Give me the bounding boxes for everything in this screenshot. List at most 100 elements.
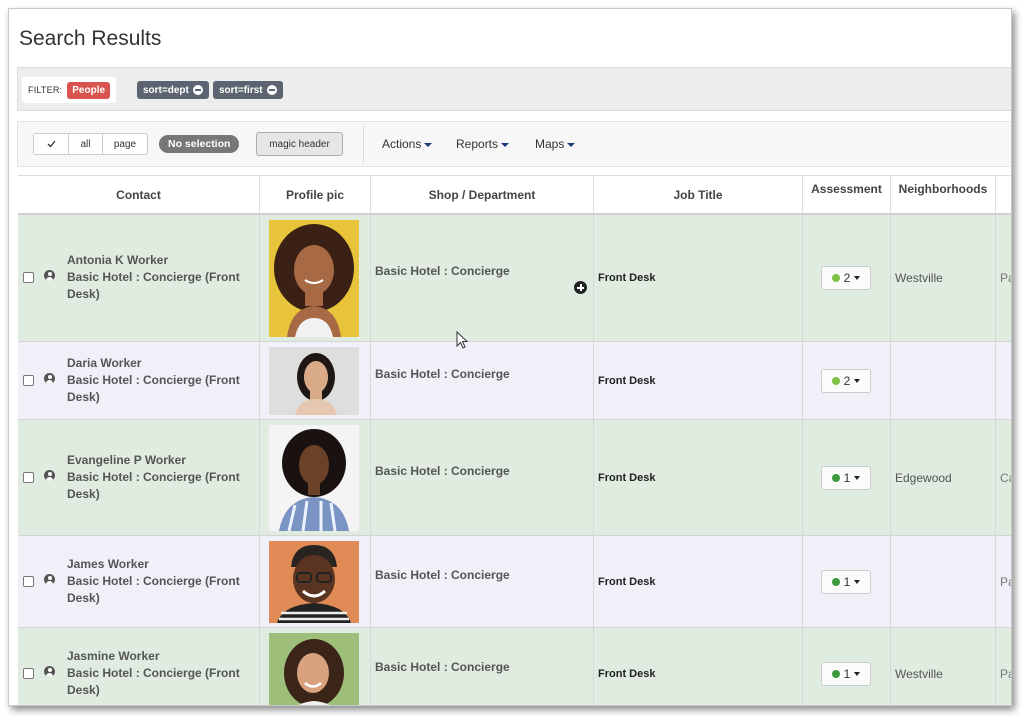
person-icon[interactable] xyxy=(44,470,55,481)
profile-photo[interactable] xyxy=(269,633,359,705)
header-shop-department[interactable]: Shop / Department xyxy=(371,176,594,214)
contact-name[interactable]: Antonia K Worker xyxy=(67,252,257,269)
table-row: Evangeline P Worker Basic Hotel : Concie… xyxy=(18,420,1011,536)
assessment-dropdown[interactable]: 1 xyxy=(821,466,871,490)
assessment-value: 2 xyxy=(843,374,851,388)
caret-down-icon xyxy=(854,476,861,480)
table-row: Jasmine Worker Basic Hotel : Concierge (… xyxy=(18,628,1011,705)
profile-photo[interactable] xyxy=(269,220,359,337)
assessment-dropdown[interactable]: 2 xyxy=(821,369,871,393)
assessment-dropdown[interactable]: 1 xyxy=(821,570,871,594)
contact-cell: James Worker Basic Hotel : Concierge (Fr… xyxy=(67,556,257,607)
table-row: Daria Worker Basic Hotel : Concierge (Fr… xyxy=(18,342,1011,420)
caret-down-icon xyxy=(854,379,861,383)
sort-chip-label: sort=first xyxy=(219,84,263,96)
table-row: Antonia K Worker Basic Hotel : Concierge… xyxy=(18,215,1011,342)
contact-dept-2: Desk) xyxy=(67,591,100,605)
reports-menu-label: Reports xyxy=(456,137,499,151)
filter-label: FILTER: xyxy=(28,85,63,95)
select-all-button[interactable]: all xyxy=(68,133,103,155)
contact-name[interactable]: Daria Worker xyxy=(67,355,257,372)
caret-down-icon xyxy=(854,672,861,676)
contact-cell: Evangeline P Worker Basic Hotel : Concie… xyxy=(67,452,257,503)
magic-header-button[interactable]: magic header xyxy=(256,132,343,156)
extra-cell: Pa xyxy=(1000,575,1011,589)
status-dot-icon xyxy=(831,578,840,586)
neighborhood-cell: Westville xyxy=(895,667,943,681)
table-header: Contact Profile pic Shop / Department Jo… xyxy=(18,175,1011,215)
maps-menu-label: Maps xyxy=(535,137,565,151)
table-row: James Worker Basic Hotel : Concierge (Fr… xyxy=(18,536,1011,628)
contact-name[interactable]: Evangeline P Worker xyxy=(67,452,257,469)
person-icon[interactable] xyxy=(44,270,55,281)
contact-cell: Daria Worker Basic Hotel : Concierge (Fr… xyxy=(67,355,257,406)
row-checkbox[interactable] xyxy=(23,272,34,283)
shop-cell: Basic Hotel : Concierge xyxy=(375,660,510,674)
status-dot-icon xyxy=(831,377,840,385)
row-checkbox[interactable] xyxy=(23,668,34,679)
app-window: Search Results FILTER: People sort=dept … xyxy=(8,8,1012,706)
header-extra[interactable]: D xyxy=(996,176,1011,214)
extra-cell: Pa xyxy=(1000,271,1011,285)
extra-cell: Pa xyxy=(1000,667,1011,681)
job-title-cell: Front Desk xyxy=(598,472,656,484)
shop-cell: Basic Hotel : Concierge xyxy=(375,464,510,478)
remove-icon[interactable] xyxy=(192,85,203,95)
status-dot-icon xyxy=(831,474,840,482)
contact-name[interactable]: Jasmine Worker xyxy=(67,648,257,665)
shop-cell: Basic Hotel : Concierge xyxy=(375,367,510,381)
filter-box: FILTER: People xyxy=(22,77,117,103)
contact-dept-2: Desk) xyxy=(67,287,100,301)
header-assessment[interactable]: Assessment xyxy=(803,176,891,214)
extra-cell: Ca xyxy=(1000,471,1011,485)
filter-tag-people[interactable]: People xyxy=(67,81,111,99)
job-title-cell: Front Desk xyxy=(598,668,656,680)
reports-menu[interactable]: Reports xyxy=(456,137,510,151)
maps-menu[interactable]: Maps xyxy=(535,137,576,151)
profile-photo[interactable] xyxy=(269,541,359,623)
remove-icon[interactable] xyxy=(266,85,277,95)
actions-menu[interactable]: Actions xyxy=(382,137,433,151)
header-profile-pic[interactable]: Profile pic xyxy=(260,176,371,214)
contact-dept-2: Desk) xyxy=(67,487,100,501)
mouse-cursor-icon xyxy=(456,331,469,349)
sort-chip-first[interactable]: sort=first xyxy=(213,81,283,99)
caret-down-icon xyxy=(567,143,576,147)
job-title-cell: Front Desk xyxy=(598,576,656,588)
toolbar: all page No selection magic header Actio… xyxy=(17,121,1011,167)
contact-dept-2: Desk) xyxy=(67,683,100,697)
toolbar-divider xyxy=(363,126,364,164)
header-job-title[interactable]: Job Title xyxy=(594,176,803,214)
contact-dept: Basic Hotel : Concierge (Front xyxy=(67,666,240,680)
job-title-cell: Front Desk xyxy=(598,375,656,387)
row-checkbox[interactable] xyxy=(23,576,34,587)
person-icon[interactable] xyxy=(44,574,55,585)
sort-chip-dept[interactable]: sort=dept xyxy=(137,81,209,99)
results-table: Contact Profile pic Shop / Department Jo… xyxy=(18,175,1011,705)
row-checkbox[interactable] xyxy=(23,375,34,386)
add-circle-icon[interactable] xyxy=(574,281,587,294)
actions-menu-label: Actions xyxy=(382,137,422,151)
header-neighborhoods[interactable]: Neighborhoods xyxy=(891,176,996,214)
assessment-dropdown[interactable]: 2 xyxy=(821,266,871,290)
assessment-dropdown[interactable]: 1 xyxy=(821,662,871,686)
assessment-value: 1 xyxy=(843,667,851,681)
assessment-value: 1 xyxy=(843,575,851,589)
select-page-button[interactable]: page xyxy=(102,133,148,155)
select-check-button[interactable] xyxy=(33,133,69,155)
contact-cell: Antonia K Worker Basic Hotel : Concierge… xyxy=(67,252,257,303)
assessment-value: 1 xyxy=(843,471,851,485)
person-icon[interactable] xyxy=(44,666,55,677)
contact-dept: Basic Hotel : Concierge (Front xyxy=(67,373,240,387)
status-dot-icon xyxy=(831,274,840,282)
profile-photo[interactable] xyxy=(269,425,359,531)
filter-bar: FILTER: People sort=dept sort=first xyxy=(17,67,1011,111)
person-icon[interactable] xyxy=(44,373,55,384)
page-title: Search Results xyxy=(19,27,162,50)
header-contact[interactable]: Contact xyxy=(18,176,260,214)
shop-cell: Basic Hotel : Concierge xyxy=(375,264,510,278)
contact-name[interactable]: James Worker xyxy=(67,556,257,573)
row-checkbox[interactable] xyxy=(23,472,34,483)
profile-photo[interactable] xyxy=(269,347,359,415)
neighborhood-cell: Edgewood xyxy=(895,471,952,485)
